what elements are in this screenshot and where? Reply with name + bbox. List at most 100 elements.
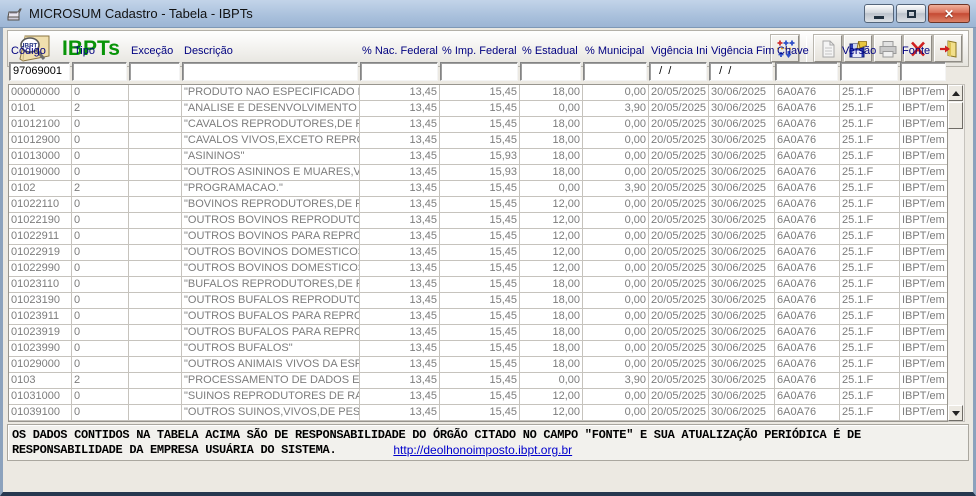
cell-nac_federal: 13,45 — [360, 181, 440, 197]
table-row[interactable]: 01023110 0 "BUFALOS REPRODUTORES,DE R 13,45… — [9, 277, 947, 293]
column-header-fonte[interactable]: Fonte — [899, 45, 947, 60]
cell-nac_federal: 13,45 — [360, 405, 440, 421]
table-row[interactable]: 01022919 0 "OUTROS BOVINOS DOMESTICOS 13,45… — [9, 245, 947, 261]
cell-estadual: 18,00 — [520, 165, 583, 181]
table-row[interactable]: 0103 2 "PROCESSAMENTO DE DADOS E 13,45 15,45… — [9, 373, 947, 389]
cell-tipo: 0 — [72, 341, 129, 357]
filter-input-nac_federal[interactable] — [360, 61, 438, 81]
cell-nac_federal: 13,45 — [360, 165, 440, 181]
scrollbar-thumb[interactable] — [948, 102, 963, 129]
column-header-estadual[interactable]: % Estadual — [519, 45, 582, 60]
cell-vigencia_ini: 20/05/2025 — [649, 85, 709, 101]
table-row[interactable]: 01012900 0 "CAVALOS VIVOS,EXCETO REPRO 13,4… — [9, 133, 947, 149]
cell-descricao: "PRODUTO NAO ESPECIFICADO N — [182, 85, 360, 101]
table-row[interactable]: 01023190 0 "OUTROS BUFALOS REPRODUTO 13,45 1… — [9, 293, 947, 309]
filter-input-descricao[interactable] — [182, 61, 358, 81]
filter-input-vigencia_fim[interactable] — [709, 61, 773, 81]
table-row[interactable]: 01029000 0 "OUTROS ANIMAIS VIVOS DA ESP 13,… — [9, 357, 947, 373]
cell-chave: 6A0A76 — [775, 357, 840, 373]
cell-nac_federal: 13,45 — [360, 149, 440, 165]
column-header-chave[interactable]: Chave — [774, 45, 839, 60]
cell-estadual: 0,00 — [520, 373, 583, 389]
cell-fonte: IBPT/em — [900, 357, 947, 373]
cell-excecao — [129, 325, 182, 341]
cell-descricao: "OUTROS SUINOS,VIVOS,DE PES — [182, 405, 360, 421]
filter-input-vigencia_ini[interactable] — [649, 61, 707, 81]
close-button[interactable]: ✕ — [928, 4, 970, 23]
cell-tipo: 0 — [72, 261, 129, 277]
column-header-vigencia_ini[interactable]: Vigência Ini. — [648, 45, 708, 60]
column-header-imp_federal[interactable]: % Imp. Federal — [439, 45, 519, 60]
filter-input-tipo[interactable] — [72, 61, 127, 81]
table-row[interactable]: 00000000 0 "PRODUTO NAO ESPECIFICADO N 13,4… — [9, 85, 947, 101]
cell-excecao — [129, 229, 182, 245]
cell-imp_federal: 15,45 — [440, 85, 520, 101]
table-row[interactable]: 01012100 0 "CAVALOS REPRODUTORES,DE R 13,45… — [9, 117, 947, 133]
cell-vigencia_ini: 20/05/2025 — [649, 261, 709, 277]
table-row[interactable]: 01013000 0 "ASININOS" 13,45 15,93 18,00 0,00 20… — [9, 149, 947, 165]
minimize-button[interactable] — [864, 4, 894, 23]
table-row[interactable]: 01022911 0 "OUTROS BOVINOS PARA REPRO 13,45… — [9, 229, 947, 245]
table-row[interactable]: 01022990 0 "OUTROS BOVINOS DOMESTICOS 13,45… — [9, 261, 947, 277]
scroll-down-button[interactable] — [948, 405, 963, 421]
cell-tipo: 0 — [72, 229, 129, 245]
column-header-descricao[interactable]: Descrição — [181, 45, 359, 60]
table-row[interactable]: 0102 2 "PROGRAMACAO." 13,45 15,45 0,00 3,90 20/… — [9, 181, 947, 197]
cell-municipal: 0,00 — [583, 405, 649, 421]
cell-imp_federal: 15,45 — [440, 117, 520, 133]
cell-estadual: 12,00 — [520, 213, 583, 229]
cell-vigencia_fim: 30/06/2025 — [709, 133, 775, 149]
column-header-versao[interactable]: Versão — [839, 45, 899, 60]
filter-input-chave[interactable] — [775, 61, 838, 81]
filter-cell-imp_federal — [439, 61, 519, 81]
cell-estadual: 18,00 — [520, 309, 583, 325]
table-row[interactable]: 01022190 0 "OUTROS BOVINOS REPRODUTO 13,45 1… — [9, 213, 947, 229]
cell-chave: 6A0A76 — [775, 213, 840, 229]
cell-excecao — [129, 405, 182, 421]
filter-input-imp_federal[interactable] — [440, 61, 518, 81]
table-row[interactable]: 01023990 0 "OUTROS BUFALOS" 13,45 15,45 18,00… — [9, 341, 947, 357]
cell-tipo: 0 — [72, 245, 129, 261]
column-header-tipo[interactable]: Tipo — [71, 45, 128, 60]
cell-tipo: 0 — [72, 213, 129, 229]
table-row[interactable]: 0101 2 "ANALISE E DESENVOLVIMENTO 13,45 15,4… — [9, 101, 947, 117]
column-header-municipal[interactable]: % Municipal — [582, 45, 648, 60]
column-header-nac_federal[interactable]: % Nac. Federal — [359, 45, 439, 60]
table-row[interactable]: 01039100 0 "OUTROS SUINOS,VIVOS,DE PES 13,4… — [9, 405, 947, 421]
filter-input-versao[interactable] — [840, 61, 898, 81]
table-row[interactable]: 01023911 0 "OUTROS BUFALOS PARA REPRO 13,45… — [9, 309, 947, 325]
column-header-excecao[interactable]: Exceção — [128, 45, 181, 60]
ibpt-link[interactable]: http://deolhonoimposto.ibpt.org.br — [393, 443, 572, 458]
filter-input-codigo[interactable] — [9, 61, 70, 81]
cell-vigencia_ini: 20/05/2025 — [649, 133, 709, 149]
maximize-button[interactable] — [896, 4, 926, 23]
cell-versao: 25.1.F — [840, 389, 900, 405]
cell-codigo: 0102 — [9, 181, 72, 197]
column-header-codigo[interactable]: Código — [8, 45, 71, 60]
cell-tipo: 0 — [72, 309, 129, 325]
table-row[interactable]: 01022110 0 "BOVINOS REPRODUTORES,DE R 13,45… — [9, 197, 947, 213]
cell-tipo: 0 — [72, 389, 129, 405]
filter-input-estadual[interactable] — [520, 61, 581, 81]
cell-versao: 25.1.F — [840, 341, 900, 357]
cell-versao: 25.1.F — [840, 357, 900, 373]
table-row[interactable]: 01031000 0 "SUINOS REPRODUTORES DE RA 13,45… — [9, 389, 947, 405]
filter-input-municipal[interactable] — [583, 61, 647, 81]
cell-vigencia_ini: 20/05/2025 — [649, 245, 709, 261]
cell-vigencia_fim: 30/06/2025 — [709, 117, 775, 133]
vertical-scrollbar[interactable] — [948, 84, 965, 422]
table-row[interactable]: 01019000 0 "OUTROS ASININOS E MUARES,V 13,4… — [9, 165, 947, 181]
cell-descricao: "BUFALOS REPRODUTORES,DE R — [182, 277, 360, 293]
scroll-up-button[interactable] — [948, 85, 963, 101]
cell-versao: 25.1.F — [840, 213, 900, 229]
cell-chave: 6A0A76 — [775, 117, 840, 133]
table-row[interactable]: 01023919 0 "OUTROS BUFALOS PARA REPRO 13,45… — [9, 325, 947, 341]
title-bar[interactable]: MICROSUM Cadastro - Tabela - IBPTs ✕ — [0, 0, 976, 28]
cell-tipo: 0 — [72, 357, 129, 373]
cell-descricao: "OUTROS BUFALOS PARA REPRO — [182, 325, 360, 341]
filter-input-excecao[interactable] — [129, 61, 180, 81]
cell-vigencia_fim: 30/06/2025 — [709, 309, 775, 325]
cell-vigencia_fim: 30/06/2025 — [709, 261, 775, 277]
filter-input-fonte[interactable] — [900, 61, 946, 81]
column-header-vigencia_fim[interactable]: Vigência Fim — [708, 45, 774, 60]
